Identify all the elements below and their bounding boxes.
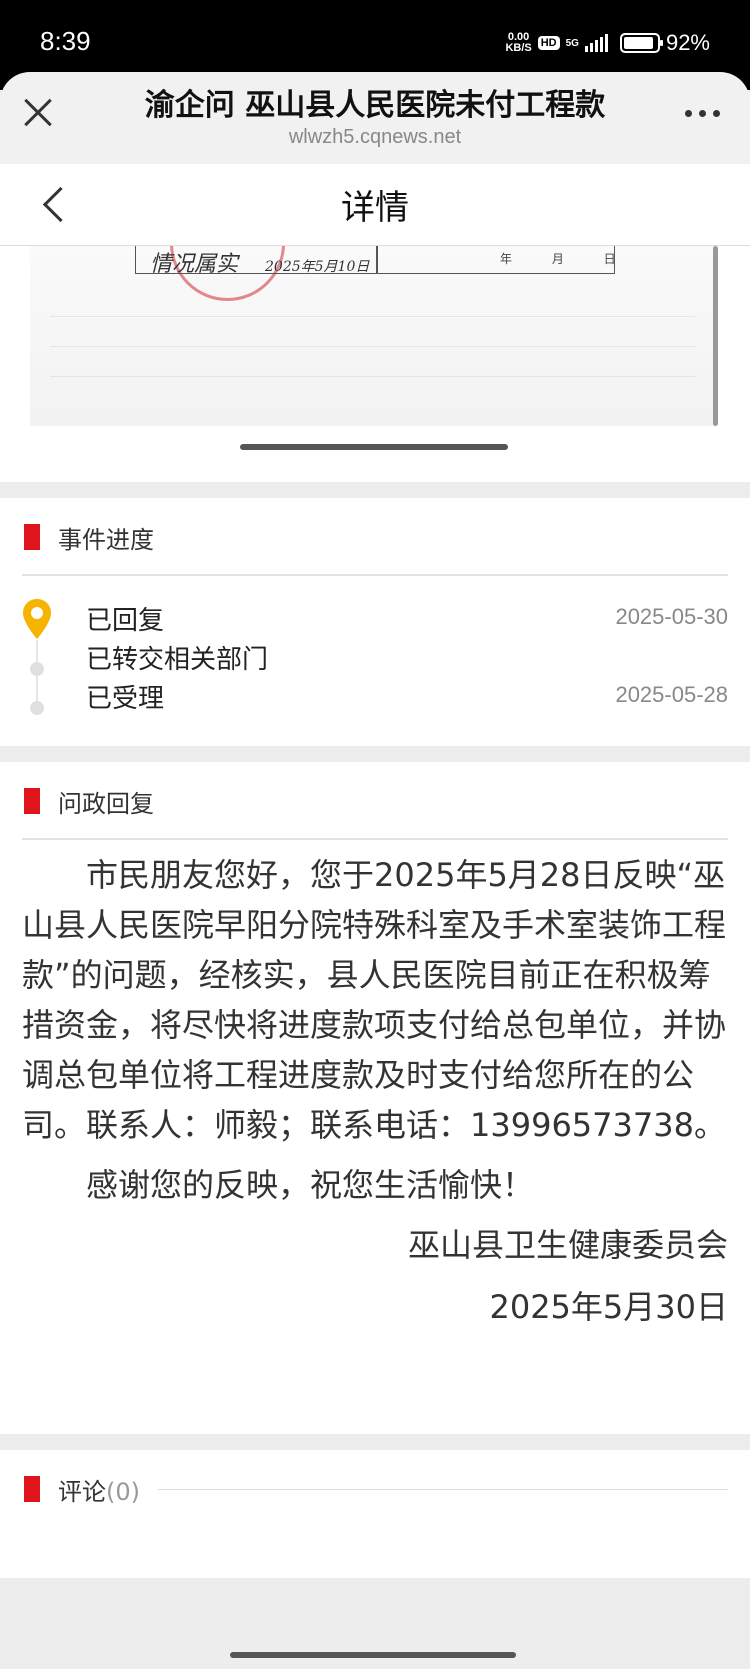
- comments-section: 评论(0): [0, 1450, 750, 1578]
- step-dot: [30, 701, 44, 715]
- signal-bars-icon: [584, 34, 608, 52]
- page-url: wlwzh5.cqnews.net: [288, 126, 462, 148]
- nav-title: 详情: [341, 188, 409, 228]
- home-indicator[interactable]: [230, 1652, 516, 1658]
- step-date: 2025-05-28: [615, 682, 728, 707]
- progress-header: 事件进度: [0, 498, 750, 576]
- network-speed-unit: KB/S: [505, 42, 532, 54]
- image-vertical-scrollbar[interactable]: [713, 246, 718, 426]
- step-date: 2025-05-30: [615, 604, 728, 629]
- reply-header: 问政回复: [0, 762, 750, 840]
- divider: [158, 1489, 728, 1490]
- reply-paragraph: 市民朋友您好，您于2025年5月28日反映“巫山县人民医院早阳分院特殊科室及手术…: [22, 856, 727, 1144]
- signal-5g-icon: 5G: [565, 37, 579, 49]
- step-label: 已转交相关部门: [86, 645, 269, 675]
- browser-header: 渝企问 巫山县人民医院未付工程款 wlwzh5.cqnews.net: [0, 72, 750, 164]
- progress-list: 已回复 2025-05-30 已转交相关部门 已受理 2025-05-28: [0, 576, 750, 746]
- nav-bar: 详情: [0, 164, 750, 246]
- status-icons: 0.00 KB/S HD 5G 92%: [505, 30, 710, 56]
- location-pin-icon: [23, 599, 51, 639]
- reply-date: 2025年5月30日: [489, 1288, 728, 1326]
- comments-title: 评论: [58, 1478, 106, 1506]
- reply-signature: 巫山县卫生健康委员会: [407, 1226, 728, 1264]
- network-speed: 0.00 KB/S: [505, 32, 531, 54]
- section-marker: [24, 788, 40, 814]
- step-dot: [30, 662, 44, 676]
- document-date-fragment: 年 月 日: [500, 252, 634, 266]
- battery-fill: [623, 37, 654, 49]
- step-label: 已受理: [86, 684, 165, 714]
- battery-icon: [619, 33, 663, 53]
- image-horizontal-scrollbar[interactable]: [240, 444, 508, 450]
- handwritten-signature: 情况属实 2025年5月10日: [150, 252, 370, 277]
- hd-badge-icon: HD: [537, 36, 560, 50]
- reply-thanks: 感谢您的反映，祝您生活愉快！: [86, 1166, 535, 1204]
- more-icon[interactable]: [685, 110, 720, 117]
- section-marker: [24, 1476, 40, 1502]
- section-marker: [24, 524, 40, 550]
- page-title: 渝企问 巫山县人民医院未付工程款: [144, 88, 606, 123]
- comments-count: (0): [106, 1478, 140, 1506]
- reply-section: 问政回复 市民朋友您好，您于2025年5月28日反映“巫山县人民医院早阳分院特殊…: [0, 762, 750, 1434]
- reply-title: 问政回复: [58, 790, 154, 818]
- reply-body: 市民朋友您好，您于2025年5月28日反映“巫山县人民医院早阳分院特殊科室及手术…: [0, 840, 750, 1332]
- attachment-image-area: 情况属实 2025年5月10日 年 月 日: [0, 246, 750, 482]
- progress-section: 事件进度 已回复 2025-05-30 已转交相关部门 已受理 2025-05-…: [0, 498, 750, 746]
- attachment-image[interactable]: 情况属实 2025年5月10日 年 月 日: [30, 246, 715, 426]
- divider: [22, 838, 728, 840]
- progress-title: 事件进度: [58, 526, 154, 554]
- status-time: 8:39: [40, 26, 91, 56]
- comments-header[interactable]: 评论(0): [58, 1472, 140, 1507]
- battery-percent: 92%: [665, 30, 710, 55]
- step-label: 已回复: [86, 606, 165, 636]
